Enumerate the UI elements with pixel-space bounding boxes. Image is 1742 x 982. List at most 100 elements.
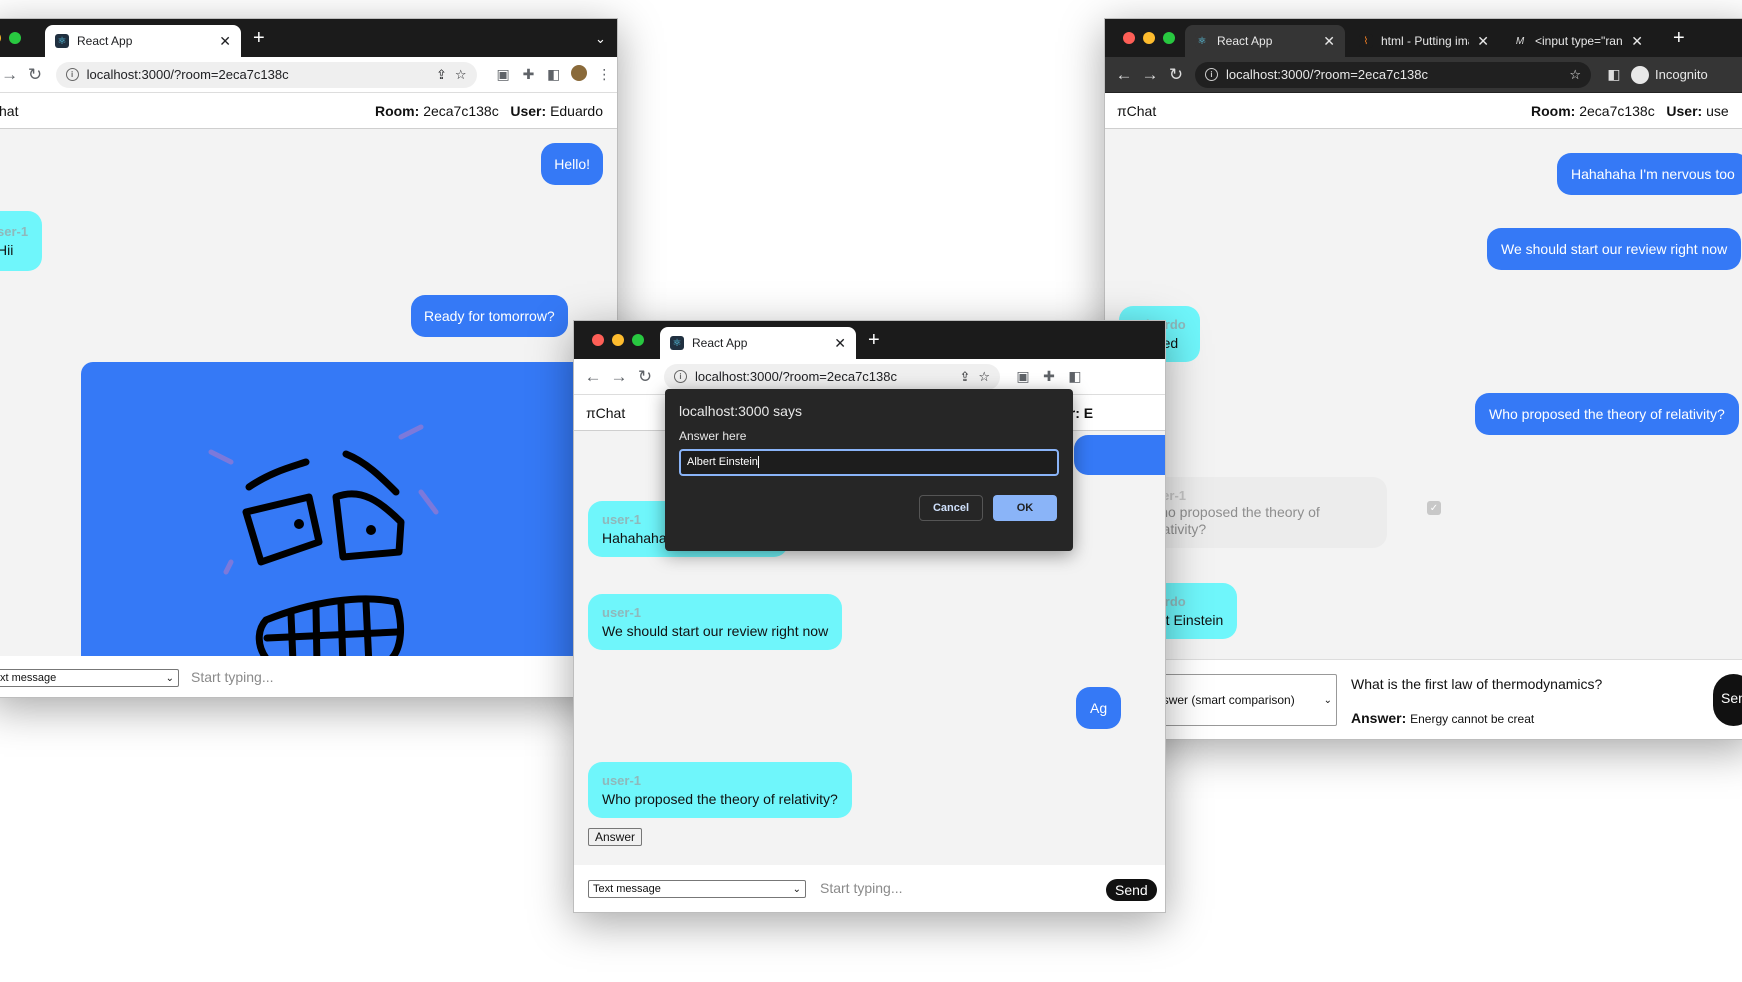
reload-icon[interactable]: ↻ xyxy=(1163,65,1189,85)
address-bar[interactable]: i localhost:3000/?room=2eca7c138c ⇪ ☆ xyxy=(55,61,477,88)
app-brand: hat xyxy=(0,103,19,119)
info-icon[interactable]: i xyxy=(1205,68,1218,81)
chat-header: hat Room: 2eca7c138c User: Eduardo xyxy=(0,93,617,129)
answered-question-bubble: user-1 Who proposed the theory of relati… xyxy=(1133,477,1387,548)
message-text: Who proposed the theory of relativity? xyxy=(1489,406,1725,422)
address-bar[interactable]: i localhost:3000/?room=2eca7c138c ☆ xyxy=(1195,61,1591,88)
minimize-button[interactable] xyxy=(612,334,624,346)
info-icon[interactable]: i xyxy=(65,68,79,81)
message-input[interactable]: Start typing... xyxy=(191,669,273,685)
close-window-button[interactable] xyxy=(592,334,604,346)
text-cursor xyxy=(757,456,759,469)
message-list[interactable]: Hahahaha I'm nervous too We should start… xyxy=(1105,129,1742,679)
minimize-button[interactable] xyxy=(1143,32,1155,44)
close-tab-icon[interactable]: ✕ xyxy=(1323,33,1335,50)
close-window-button[interactable] xyxy=(1123,32,1135,44)
bookmark-star-icon[interactable]: ☆ xyxy=(1569,67,1581,83)
new-tab-icon[interactable]: + xyxy=(1673,27,1685,50)
sidepanel-icon[interactable]: ◧ xyxy=(1062,368,1088,385)
message-bubble: Ready for tomorrow? xyxy=(411,295,568,337)
incognito-label: Incognito xyxy=(1655,67,1708,82)
url-text: localhost:3000/?room=2eca7c138c xyxy=(695,369,898,384)
message-bubble: user-1 We should start our review right … xyxy=(588,594,843,650)
reload-icon[interactable]: ↻ xyxy=(632,367,658,387)
send-button[interactable]: Send xyxy=(1106,879,1157,901)
answer-input[interactable]: Energy cannot be creat xyxy=(1410,712,1534,726)
answer-button[interactable]: Answer xyxy=(588,828,643,846)
message-sender: user-1 xyxy=(602,773,642,788)
chevron-down-icon[interactable]: ⌄ xyxy=(595,31,606,47)
window-controls xyxy=(592,334,644,346)
message-type-select[interactable]: Text message ⌄ xyxy=(588,880,806,898)
maximize-button[interactable] xyxy=(1163,32,1175,44)
minimize-button[interactable] xyxy=(0,32,1,44)
message-text: Hii xyxy=(0,242,14,258)
image-message xyxy=(81,362,617,656)
tab-react-app[interactable]: ⚛ React App ✕ xyxy=(1185,25,1345,57)
chevron-down-icon: ⌄ xyxy=(1323,694,1332,706)
tab-strip: ⚛ React App ✕ + ⌄ xyxy=(0,19,617,57)
message-bubble: Hahahaha I'm nervous too xyxy=(1557,153,1742,195)
app-brand: πChat xyxy=(586,405,626,421)
message-bubble: We should start our review right now xyxy=(1487,228,1742,270)
share-icon[interactable]: ⇪ xyxy=(959,369,970,385)
send-button[interactable]: Sen xyxy=(1713,674,1742,726)
maximize-button[interactable] xyxy=(9,32,21,44)
close-tab-icon[interactable]: ✕ xyxy=(219,33,231,50)
back-icon[interactable]: ← xyxy=(580,367,606,387)
back-icon[interactable]: ← xyxy=(1111,65,1137,85)
message-type-select[interactable]: xt message ⌄ xyxy=(0,669,179,687)
question-text[interactable]: What is the first law of thermodynamics? xyxy=(1351,676,1602,692)
address-bar[interactable]: i localhost:3000/?room=2eca7c138c ⇪ ☆ xyxy=(664,363,1000,390)
tab-mdn[interactable]: M <input type="range ✕ xyxy=(1503,25,1653,57)
incognito-icon xyxy=(1631,65,1649,84)
message-list[interactable]: Hello! ser-1 Hii Ready for tomorrow? xyxy=(0,129,617,656)
extension-t-icon[interactable]: ▣ xyxy=(1010,368,1036,385)
room-value: 2eca7c138c xyxy=(1579,103,1655,119)
url-text: localhost:3000/?room=2eca7c138c xyxy=(1226,67,1429,82)
select-value: Text message xyxy=(593,883,661,895)
ok-button[interactable]: OK xyxy=(993,495,1057,521)
puzzle-icon[interactable]: ✚ xyxy=(1036,368,1062,385)
sidepanel-icon[interactable]: ◧ xyxy=(541,66,566,83)
chat-header: πChat Room: 2eca7c138c User: use xyxy=(1105,93,1742,129)
bookmark-star-icon[interactable]: ☆ xyxy=(455,67,467,83)
new-tab-icon[interactable]: + xyxy=(868,329,880,352)
message-text: Hahahaha I'm nervous too xyxy=(1571,166,1735,182)
close-tab-icon[interactable]: ✕ xyxy=(1631,33,1643,50)
tab-title: <input type="range xyxy=(1535,34,1623,48)
profile-avatar[interactable] xyxy=(566,65,591,84)
cancel-button[interactable]: Cancel xyxy=(919,495,983,521)
share-icon[interactable]: ⇪ xyxy=(436,67,447,83)
tab-react-app[interactable]: ⚛ React App ✕ xyxy=(45,25,241,57)
message-text: Ag xyxy=(1090,700,1108,716)
close-tab-icon[interactable]: ✕ xyxy=(834,335,846,352)
dialog-answer-input[interactable]: Albert Einstein xyxy=(679,449,1059,476)
forward-icon[interactable]: → xyxy=(1137,65,1163,85)
react-favicon-icon: ⚛ xyxy=(1195,34,1209,48)
window-controls xyxy=(0,32,21,44)
sidepanel-icon[interactable]: ◧ xyxy=(1601,66,1627,83)
message-text: Ready for tomorrow? xyxy=(424,308,555,324)
dialog-message: Answer here xyxy=(679,429,747,443)
nervous-face-drawing xyxy=(208,424,439,656)
forward-icon[interactable]: → xyxy=(606,367,632,387)
message-text: Hahahaha xyxy=(602,530,667,546)
close-tab-icon[interactable]: ✕ xyxy=(1477,33,1489,50)
info-icon[interactable]: i xyxy=(674,370,687,383)
forward-icon[interactable]: → xyxy=(0,65,22,85)
bookmark-star-icon[interactable]: ☆ xyxy=(978,369,990,385)
extension-t-icon[interactable]: ▣ xyxy=(491,66,516,83)
tab-title: html - Putting imag xyxy=(1381,34,1469,48)
puzzle-icon[interactable]: ✚ xyxy=(516,66,541,83)
reload-icon[interactable]: ↻ xyxy=(22,65,47,85)
message-input[interactable]: Start typing... xyxy=(820,880,902,896)
message-bubble: user-1 Who proposed the theory of relati… xyxy=(588,762,852,818)
tab-react-app[interactable]: ⚛ React App ✕ xyxy=(660,327,856,359)
menu-icon[interactable]: ⋮ xyxy=(592,66,617,83)
react-favicon-icon: ⚛ xyxy=(670,336,684,350)
incognito-indicator[interactable]: Incognito xyxy=(1631,65,1708,84)
tab-stackoverflow[interactable]: ⌇ html - Putting imag ✕ xyxy=(1349,25,1499,57)
new-tab-icon[interactable]: + xyxy=(253,27,265,50)
maximize-button[interactable] xyxy=(632,334,644,346)
